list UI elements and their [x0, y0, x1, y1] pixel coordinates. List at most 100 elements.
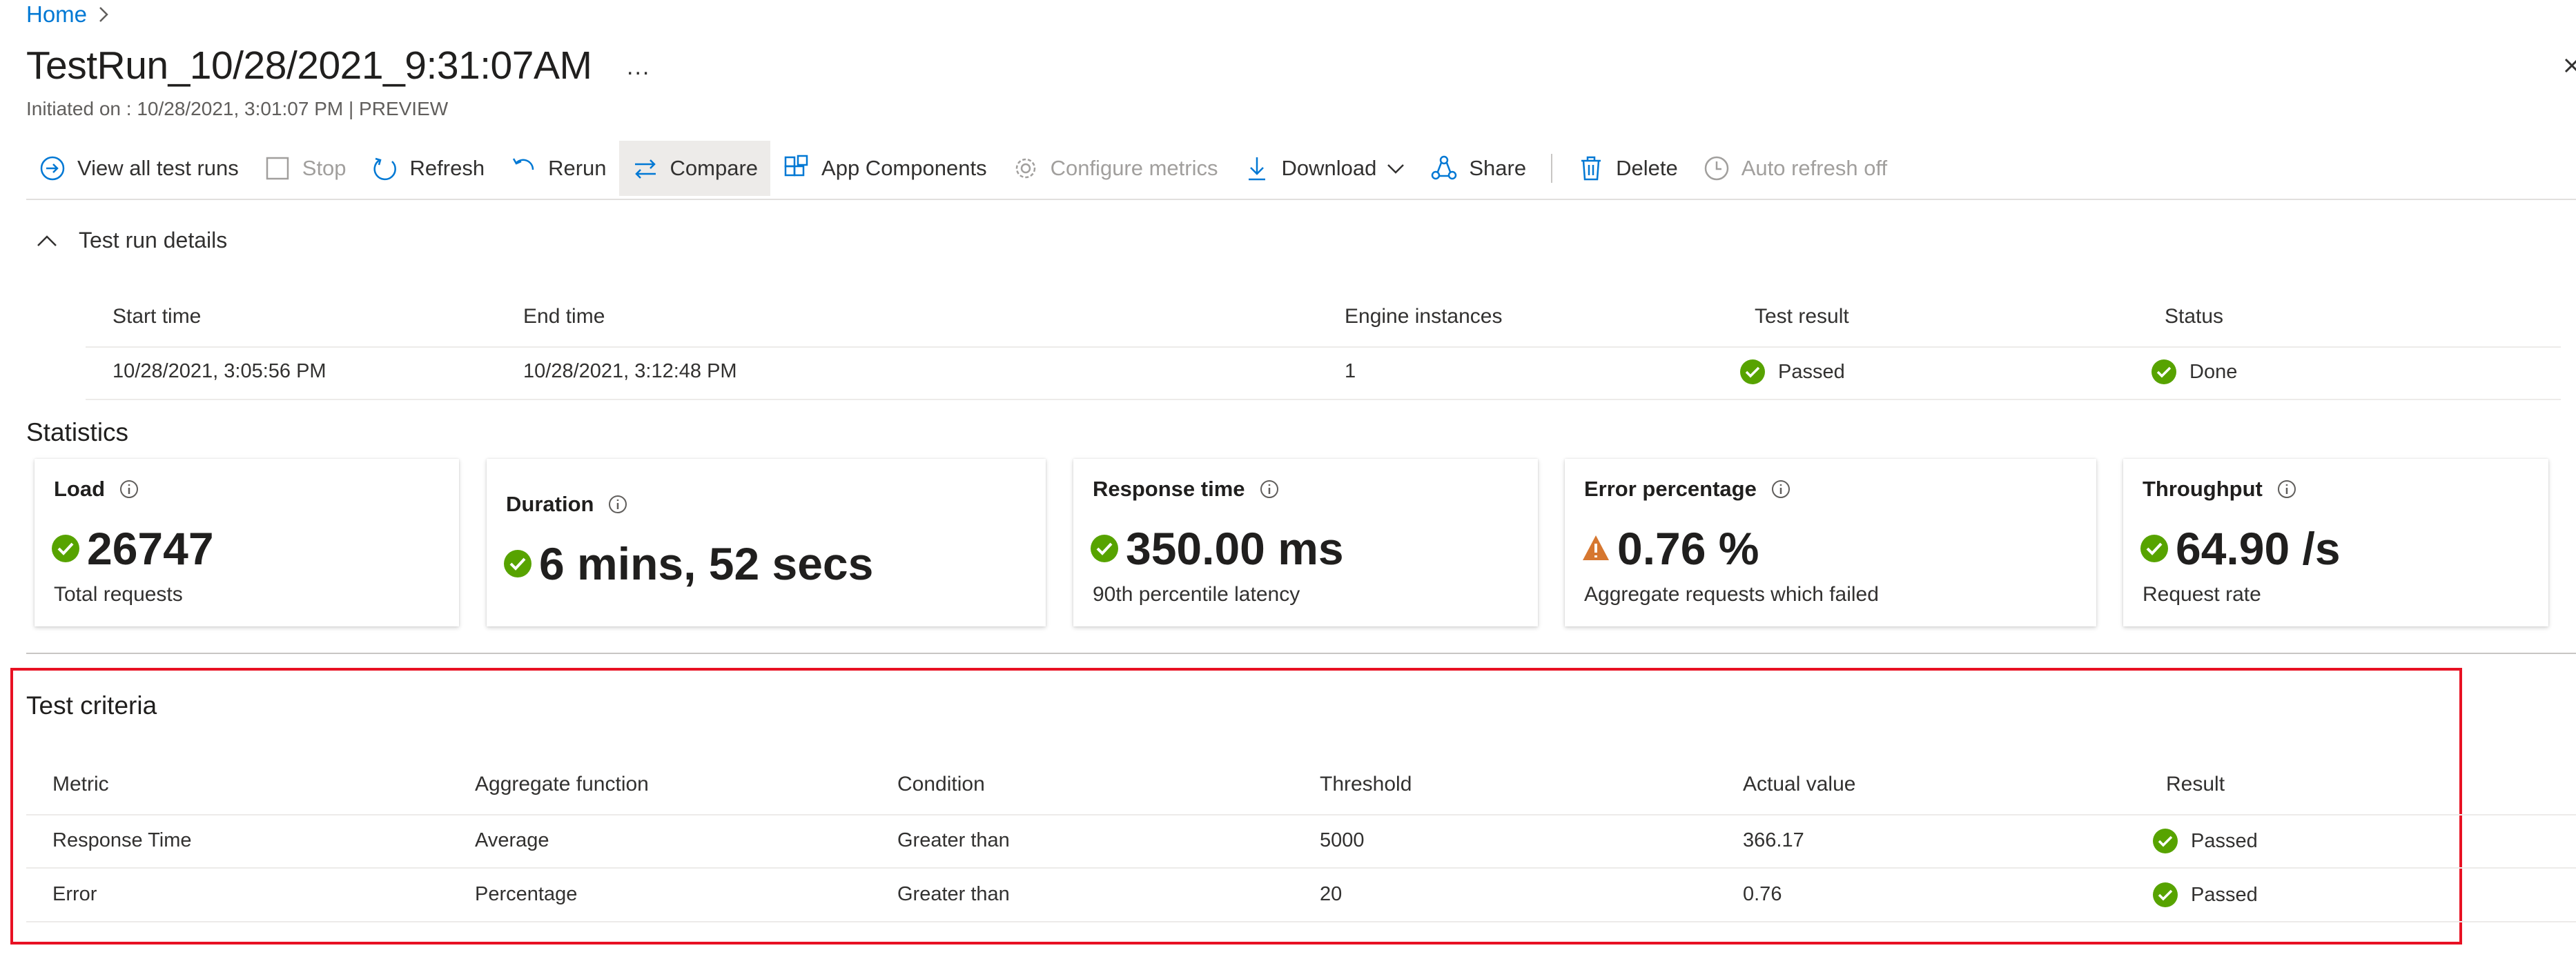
- warning-triangle-icon: [1581, 534, 1610, 563]
- chevron-right-icon: [97, 6, 110, 23]
- column-header-aggregate-function: Aggregate function: [475, 773, 649, 795]
- share-label: Share: [1469, 156, 1527, 180]
- stat-card-error-percentage: Error percentage 0.76 % Aggregate reques…: [1565, 459, 2096, 626]
- duration-label: Duration: [506, 492, 594, 516]
- configure-metrics-button[interactable]: Configure metrics: [999, 141, 1231, 196]
- check-circle-icon: [2152, 828, 2178, 854]
- clock-icon: [1703, 155, 1730, 182]
- stat-card-throughput: Throughput 64.90 /s Request rate: [2123, 459, 2548, 626]
- response-time-label: Response time: [1093, 477, 1245, 501]
- delete-button[interactable]: Delete: [1565, 141, 1690, 196]
- statistics-title: Statistics: [26, 418, 129, 446]
- load-subtitle: Total requests: [54, 583, 183, 606]
- load-value: 26747: [87, 523, 214, 574]
- download-button[interactable]: Download: [1231, 141, 1418, 196]
- app-components-button[interactable]: App Components: [770, 141, 999, 196]
- error-percentage-label: Error percentage: [1584, 477, 1757, 501]
- info-icon[interactable]: [1259, 479, 1280, 500]
- more-options-button[interactable]: ...: [627, 54, 650, 81]
- close-icon[interactable]: [2564, 55, 2576, 80]
- page-subtitle: Initiated on : 10/28/2021, 3:01:07 PM | …: [26, 98, 449, 119]
- test-result-text: Passed: [1778, 360, 1845, 383]
- stat-card-load: Load 26747 Total requests: [35, 459, 459, 626]
- compare-arrows-icon: [632, 155, 659, 182]
- column-header-threshold: Threshold: [1320, 773, 1412, 795]
- stop-label: Stop: [302, 156, 347, 180]
- check-circle-icon: [51, 534, 80, 563]
- stat-card-label: Error percentage: [1584, 477, 1791, 502]
- status-cell: Done: [2151, 359, 2237, 385]
- configure-metrics-label: Configure metrics: [1050, 156, 1218, 180]
- stat-card-value: 26747: [51, 522, 214, 575]
- info-icon[interactable]: [1770, 479, 1791, 500]
- view-all-test-runs-label: View all test runs: [77, 156, 239, 180]
- criteria-result-text: Passed: [2191, 829, 2258, 852]
- page-title: TestRun_10/28/2021_9:31:07AM: [26, 43, 592, 88]
- throughput-subtitle: Request rate: [2143, 583, 2261, 606]
- rerun-icon: [509, 155, 537, 182]
- table-divider: [26, 867, 2576, 869]
- criteria-condition-cell: Greater than: [897, 883, 1010, 905]
- test-criteria-title: Test criteria: [26, 691, 157, 720]
- response-time-subtitle: 90th percentile latency: [1093, 583, 1300, 606]
- delete-label: Delete: [1616, 156, 1678, 180]
- section-divider: [26, 653, 2576, 654]
- stop-square-icon: [264, 155, 291, 182]
- rerun-button[interactable]: Rerun: [497, 141, 618, 196]
- column-header-status: Status: [2165, 305, 2224, 328]
- table-divider: [26, 921, 2576, 922]
- column-header-result: Result: [2166, 773, 2225, 795]
- stat-card-label: Load: [54, 477, 139, 502]
- chevron-down-icon: [1386, 159, 1405, 178]
- stop-button[interactable]: Stop: [251, 141, 359, 196]
- gear-icon: [1012, 155, 1040, 182]
- info-icon[interactable]: [607, 494, 628, 515]
- criteria-metric-cell: Response Time: [52, 829, 192, 851]
- refresh-label: Refresh: [409, 156, 485, 180]
- check-circle-icon: [2140, 534, 2169, 563]
- app-components-icon: [783, 155, 810, 182]
- download-label: Download: [1281, 156, 1377, 180]
- column-header-end-time: End time: [523, 305, 605, 328]
- criteria-threshold-cell: 20: [1320, 883, 1343, 905]
- column-header-actual-value: Actual value: [1743, 773, 1856, 795]
- column-header-engine-instances: Engine instances: [1345, 305, 1503, 328]
- column-header-test-result: Test result: [1755, 305, 1849, 328]
- stat-card-label: Throughput: [2143, 477, 2297, 502]
- criteria-threshold-cell: 5000: [1320, 829, 1365, 851]
- check-circle-icon: [1090, 534, 1119, 563]
- criteria-result-cell: Passed: [2152, 882, 2258, 908]
- info-icon[interactable]: [119, 479, 139, 500]
- arrow-circle-icon: [39, 155, 66, 182]
- stat-card-label: Duration: [506, 492, 628, 517]
- refresh-button[interactable]: Refresh: [359, 141, 498, 196]
- engine-instances-cell: 1: [1345, 360, 1356, 382]
- info-icon[interactable]: [2276, 479, 2297, 500]
- view-all-test-runs-button[interactable]: View all test runs: [26, 141, 251, 196]
- download-icon: [1243, 155, 1271, 182]
- test-run-details-toggle[interactable]: Test run details: [36, 228, 227, 253]
- breadcrumb: Home: [26, 1, 110, 28]
- load-label: Load: [54, 477, 106, 501]
- table-divider: [26, 814, 2576, 815]
- column-header-start-time: Start time: [113, 305, 202, 328]
- test-run-details-label: Test run details: [79, 228, 228, 253]
- breadcrumb-home-link[interactable]: Home: [26, 1, 87, 28]
- highlight-box: [10, 668, 2462, 945]
- toolbar-divider: [1551, 154, 1553, 183]
- stat-card-value: 350.00 ms: [1090, 522, 1344, 575]
- criteria-result-text: Passed: [2191, 883, 2258, 906]
- stat-card-value: 6 mins, 52 secs: [503, 537, 873, 590]
- table-divider: [86, 346, 2561, 348]
- check-circle-icon: [1739, 359, 1766, 385]
- auto-refresh-button[interactable]: Auto refresh off: [1690, 141, 1900, 196]
- duration-value: 6 mins, 52 secs: [539, 538, 874, 589]
- stat-card-response-time: Response time 350.00 ms 90th percentile …: [1073, 459, 1538, 626]
- chevron-up-icon: [36, 234, 58, 248]
- criteria-aggregate-cell: Average: [475, 829, 549, 851]
- share-button[interactable]: Share: [1418, 141, 1539, 196]
- column-header-metric: Metric: [52, 773, 109, 795]
- end-time-cell: 10/28/2021, 3:12:48 PM: [523, 360, 737, 382]
- compare-button[interactable]: Compare: [618, 141, 771, 196]
- table-divider: [86, 399, 2561, 400]
